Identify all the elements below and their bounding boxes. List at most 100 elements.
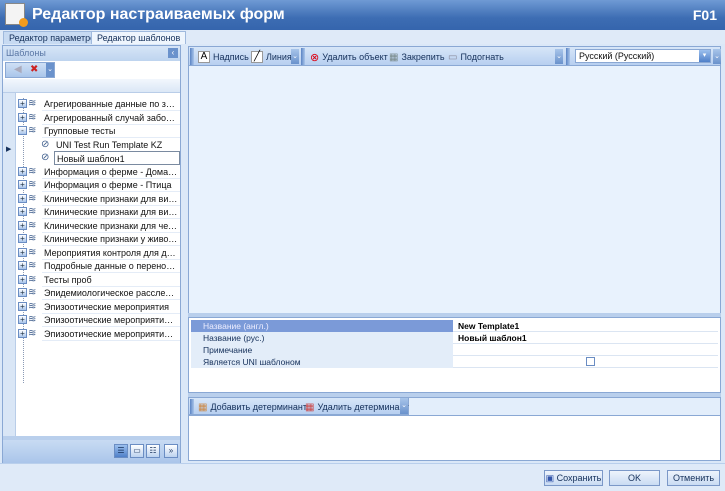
template-group-icon: ≋ xyxy=(28,246,37,258)
toolbar-dropdown-icon[interactable]: ⌄ xyxy=(713,49,721,64)
template-group-icon: ≋ xyxy=(28,327,37,339)
expand-icon[interactable]: + xyxy=(18,166,27,176)
toolbar-background xyxy=(409,397,721,415)
language-select[interactable]: Русский (Русский) ▾ xyxy=(575,49,711,63)
window-title: Редактор настраиваемых форм xyxy=(32,6,285,23)
toolbar-dropdown-icon[interactable]: ⌄ xyxy=(46,63,54,77)
tree-item[interactable]: + ≋ Эпизоотические мероприятия - ле... xyxy=(17,327,180,341)
tree-item-label: Клинические признаки у животног... xyxy=(42,234,180,246)
property-row[interactable]: Примечание xyxy=(191,344,718,356)
add-determinant-button[interactable]: ▦ Добавить детерминант xyxy=(198,400,307,414)
templates-toolbar: ◀ ✖ ⌄ xyxy=(5,62,55,78)
ok-button[interactable]: OK xyxy=(609,470,660,486)
tree-item[interactable]: ⊘ UNI Test Run Template KZ xyxy=(17,138,180,152)
toolbar-dropdown-icon[interactable]: ⌄ xyxy=(555,49,563,64)
design-canvas[interactable] xyxy=(188,66,721,313)
list-view-icon[interactable]: ☰ xyxy=(114,444,128,458)
expand-icon[interactable]: + xyxy=(18,207,27,216)
tree-item[interactable]: + ≋ Эпизоотические мероприятия xyxy=(17,300,180,314)
fit-text: Подогнать xyxy=(460,52,504,62)
toolbar-grip[interactable] xyxy=(566,48,570,65)
toolbar-dropdown-icon[interactable]: ⌄ xyxy=(400,398,408,414)
property-row[interactable]: Название (рус.) Новый шаблон1 xyxy=(191,332,718,344)
property-row[interactable]: Название (англ.) New Template1 xyxy=(191,320,718,332)
tree-item[interactable]: - ≋ Групповые тесты xyxy=(17,124,180,138)
expand-icon[interactable]: + xyxy=(18,288,27,297)
template-group-icon: ≋ xyxy=(28,179,37,190)
template-icon: ⊘ xyxy=(41,138,50,150)
tree-item-label: UNI Test Run Template KZ xyxy=(54,138,180,152)
form-code: F01 xyxy=(692,7,717,23)
tab-bar: Редактор параметров Редактор шаблонов xyxy=(0,30,725,44)
tree-item[interactable]: +≋ Клинические признаки для вида до... xyxy=(17,192,180,206)
tree-item[interactable]: +≋ Мероприятия контроля для домаш... xyxy=(17,246,180,260)
pin-button[interactable]: ▦ Закрепить xyxy=(389,50,445,64)
tree-item[interactable]: +≋ Агрегированный случай заболеван... xyxy=(17,111,180,125)
tree-item-label: Эпизоотические мероприятия xyxy=(42,300,180,314)
expand-icon[interactable]: + xyxy=(18,247,27,257)
expand-icon[interactable]: + xyxy=(18,180,27,189)
line-tool-button[interactable]: ╱ Линия xyxy=(251,50,292,64)
property-value[interactable]: Новый шаблон1 xyxy=(455,332,718,344)
template-group-icon: ≋ xyxy=(28,206,37,217)
collapse-panel-icon[interactable]: ‹ xyxy=(168,48,178,58)
toolbar-dropdown-icon[interactable]: ⌄ xyxy=(291,49,299,64)
uni-template-checkbox[interactable] xyxy=(586,357,595,366)
template-group-icon: ≋ xyxy=(28,165,37,177)
expand-icon[interactable]: + xyxy=(18,274,27,284)
tree-item[interactable]: +≋ Информация о ферме - Домашний ... xyxy=(17,165,180,179)
tree-item[interactable]: +≋ Агрегированные данные по заболе... xyxy=(17,97,180,111)
expand-icon[interactable]: + xyxy=(18,315,27,324)
tree-item-label: Информация о ферме - Птица xyxy=(42,178,180,192)
tree-item[interactable]: ⊘ Новый шаблон1 xyxy=(17,151,180,165)
tree-item-label: Агрегированный случай заболеван... xyxy=(42,111,180,125)
tree-item[interactable]: + ≋ Информация о ферме - Птица xyxy=(17,178,180,192)
tree-item-label: Эпизоотические мероприятия - ис... xyxy=(42,315,180,327)
panel-title: Шаблоны xyxy=(6,48,46,58)
expand-icon[interactable]: + xyxy=(18,261,27,270)
expand-icon[interactable]: + xyxy=(18,220,27,230)
template-group-icon: ≋ xyxy=(28,300,37,312)
tree-item[interactable]: + ≋ Тесты проб xyxy=(17,273,180,287)
expand-icon[interactable]: + xyxy=(18,112,27,122)
tree-item[interactable]: +≋ Клинические признаки для человека xyxy=(17,219,180,233)
template-group-icon: ≋ xyxy=(28,125,37,136)
tree-item[interactable]: + ≋ Эпизоотические мероприятия - ис... xyxy=(17,313,180,327)
tree-item[interactable]: + ≋ Клинические признаки у животног... xyxy=(17,232,180,246)
tree-item[interactable]: +≋ Клинические признаки для вида пт... xyxy=(17,205,180,219)
label-tool-button[interactable]: A Надпись xyxy=(198,50,249,64)
row-indicator-column: ▶ xyxy=(3,93,16,438)
template-group-icon: ≋ xyxy=(28,233,37,244)
toolbar-grip[interactable] xyxy=(301,48,305,65)
delete-template-icon[interactable]: ✖ xyxy=(30,64,38,75)
expand-icon[interactable]: + xyxy=(18,193,27,203)
delete-object-button[interactable]: ⊗ Удалить объект xyxy=(310,50,388,64)
fit-button[interactable]: ▭ Подогнать xyxy=(448,50,504,64)
toolbar-grip[interactable] xyxy=(190,399,194,414)
property-value[interactable] xyxy=(455,344,718,356)
tree-item[interactable]: +≋ Эпидемиологическое расследован... xyxy=(17,286,180,300)
collapse-icon[interactable]: - xyxy=(18,126,27,135)
remove-determinant-icon: ▦ xyxy=(305,401,315,413)
tree-item-label: Новый шаблон1 xyxy=(54,151,180,165)
add-determinant-icon: ▦ xyxy=(198,401,208,413)
expand-icon[interactable]: + xyxy=(18,234,27,243)
expand-icon[interactable]: + xyxy=(18,99,27,108)
property-value[interactable]: New Template1 xyxy=(455,320,718,332)
expand-icon[interactable]: + xyxy=(18,301,27,311)
save-button[interactable]: ▣ Сохранить xyxy=(544,470,603,486)
back-icon[interactable]: ◀ xyxy=(14,64,22,75)
expand-icon[interactable]: + xyxy=(18,328,27,338)
remove-determinant-button[interactable]: ▦ Удалить детерминант xyxy=(305,400,409,414)
grid-view-icon[interactable]: ☷ xyxy=(146,444,160,458)
tree-item-label: Информация о ферме - Домашний ... xyxy=(42,166,180,179)
more-options-icon[interactable]: » xyxy=(164,444,178,458)
form-view-icon[interactable]: ▭ xyxy=(130,444,144,458)
tree-item[interactable]: + ≋ Подробные данные о переносчике xyxy=(17,259,180,273)
tree-item-label: Агрегированные данные по заболе... xyxy=(42,99,180,111)
toolbar-grip[interactable] xyxy=(190,48,194,65)
cancel-button[interactable]: Отменить xyxy=(667,470,720,486)
tab-template-editor[interactable]: Редактор шаблонов xyxy=(91,31,187,44)
chevron-down-icon[interactable]: ▾ xyxy=(699,50,710,62)
property-row[interactable]: Является UNI шаблоном xyxy=(191,356,718,368)
